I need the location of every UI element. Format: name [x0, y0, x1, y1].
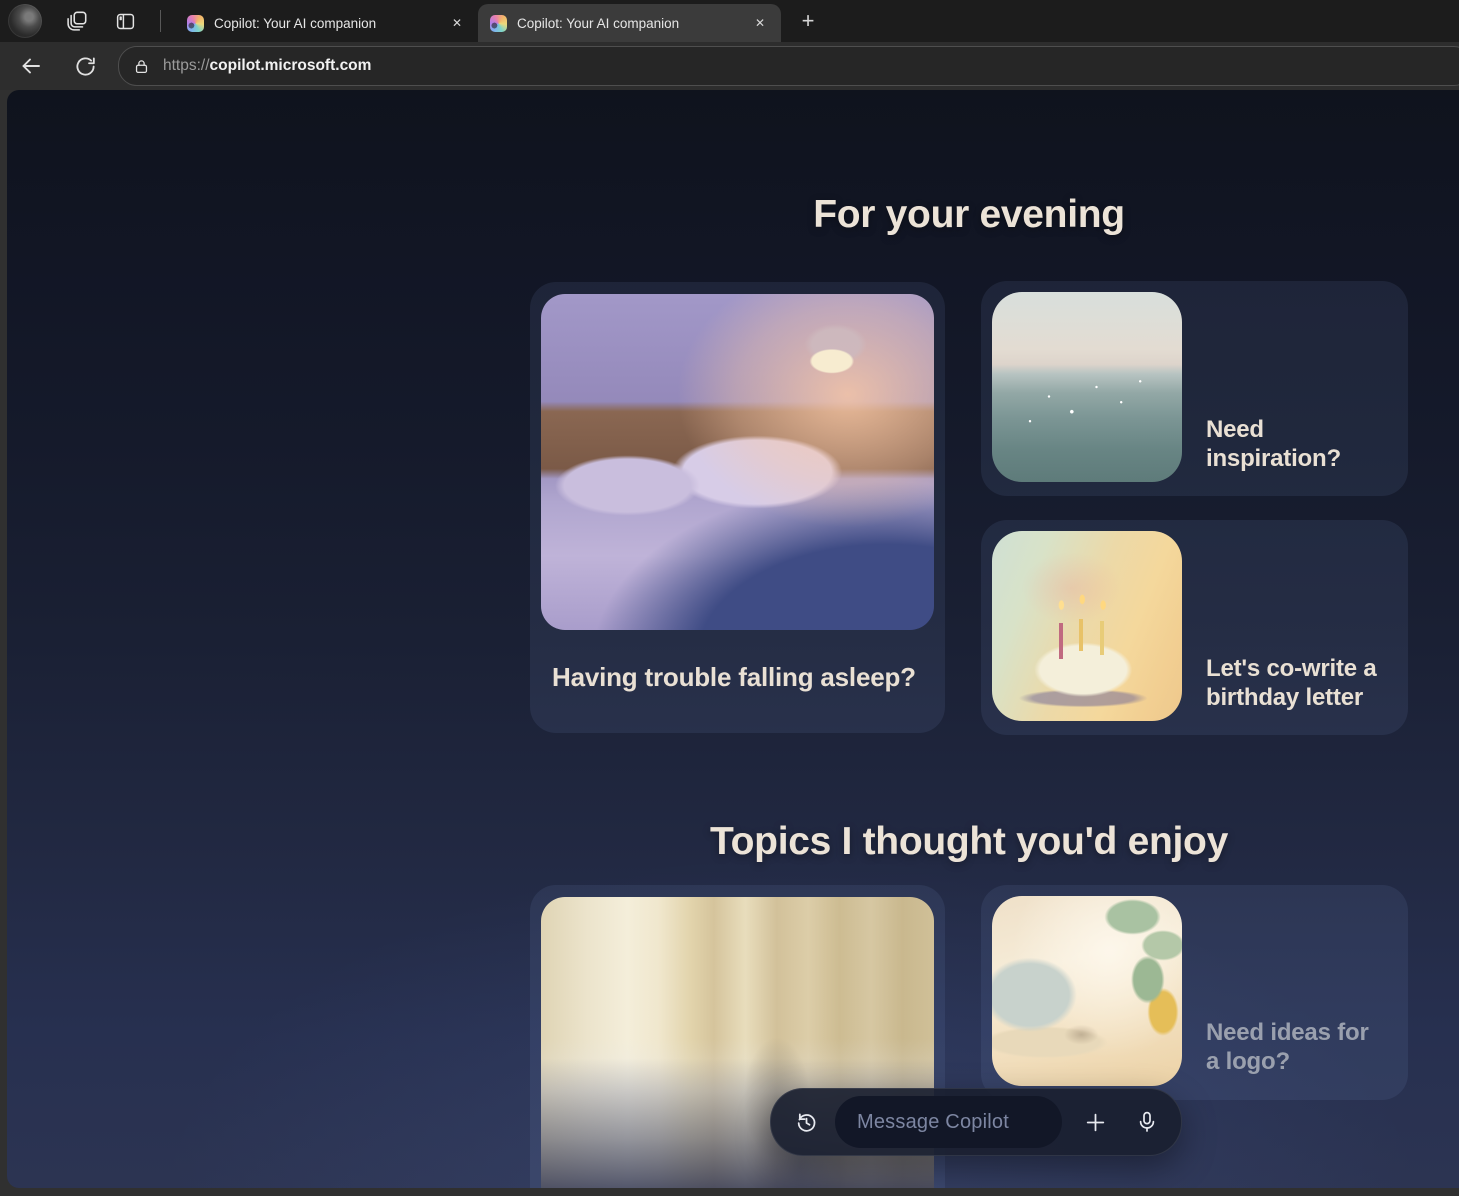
url-text: https://copilot.microsoft.com	[163, 57, 371, 75]
section-heading-evening: For your evening	[530, 193, 1408, 237]
tab-groups-button[interactable]	[64, 8, 90, 34]
microphone-icon	[1135, 1110, 1159, 1134]
address-bar[interactable]: https://copilot.microsoft.com	[118, 46, 1459, 86]
birthday-cake-image	[992, 531, 1182, 721]
message-composer: Message Copilot	[770, 1088, 1182, 1156]
card-birthday-letter[interactable]: Let's co-write a birthday letter	[981, 520, 1408, 735]
microphone-button[interactable]	[1134, 1109, 1160, 1135]
tab-title: Copilot: Your AI companion	[214, 16, 432, 31]
new-tab-button[interactable]: +	[793, 6, 823, 36]
card-label: Having trouble falling asleep?	[552, 662, 925, 693]
card-label: Need inspiration?	[1206, 415, 1382, 473]
back-button[interactable]	[16, 51, 46, 81]
plus-icon	[1083, 1110, 1108, 1135]
card-trouble-sleeping[interactable]: Having trouble falling asleep?	[530, 282, 945, 733]
browser-toolbar: https://copilot.microsoft.com	[0, 42, 1459, 90]
lock-icon	[133, 58, 150, 75]
tab-copilot-2-active[interactable]: Copilot: Your AI companion ✕	[478, 4, 781, 42]
ocean-image	[992, 292, 1182, 482]
split-screen-icon	[115, 11, 136, 32]
message-input[interactable]: Message Copilot	[835, 1096, 1062, 1148]
content-sections: For your evening Having trouble falling …	[530, 90, 1408, 1188]
copilot-page: For your evening Having trouble falling …	[7, 90, 1459, 1188]
tab-strip-divider	[160, 10, 161, 32]
copilot-logo-icon	[490, 15, 507, 32]
card-logo-ideas[interactable]: Need ideas for a logo?	[981, 885, 1408, 1100]
back-icon	[19, 54, 43, 78]
refresh-icon	[74, 55, 97, 78]
profile-avatar[interactable]	[8, 4, 42, 38]
tab-strip: Copilot: Your AI companion ✕ Copilot: Yo…	[0, 0, 1459, 42]
bed-painting-image	[541, 294, 934, 630]
history-button[interactable]	[793, 1109, 819, 1135]
attach-button[interactable]	[1082, 1109, 1108, 1135]
refresh-button[interactable]	[70, 51, 100, 81]
split-screen-button[interactable]	[112, 8, 138, 34]
close-tab-icon[interactable]: ✕	[446, 12, 468, 34]
section-heading-topics: Topics I thought you'd enjoy	[530, 820, 1408, 864]
message-placeholder: Message Copilot	[857, 1111, 1009, 1134]
history-icon	[794, 1110, 819, 1135]
tab-copilot-1[interactable]: Copilot: Your AI companion ✕	[175, 6, 478, 40]
window-frame: For your evening Having trouble falling …	[0, 90, 1459, 1196]
tab-title: Copilot: Your AI companion	[517, 16, 735, 31]
card-label: Let's co-write a birthday letter	[1206, 654, 1382, 712]
url-scheme: https://	[163, 57, 210, 74]
tab-groups-icon	[66, 10, 88, 32]
browser-window: Copilot: Your AI companion ✕ Copilot: Yo…	[0, 0, 1459, 1196]
url-host: copilot.microsoft.com	[210, 57, 372, 74]
card-need-inspiration[interactable]: Need inspiration?	[981, 281, 1408, 496]
laptop-desk-image	[992, 896, 1182, 1086]
copilot-logo-icon	[187, 15, 204, 32]
card-label: Need ideas for a logo?	[1206, 1018, 1382, 1076]
close-tab-icon[interactable]: ✕	[749, 12, 771, 34]
